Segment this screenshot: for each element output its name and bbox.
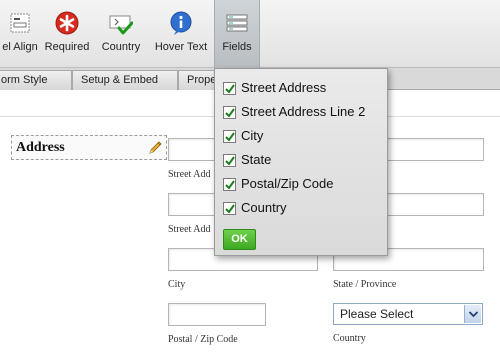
tab-setup-embed[interactable]: Setup & Embed xyxy=(72,70,178,90)
postal-code-input[interactable] xyxy=(168,303,266,326)
option-label: City xyxy=(241,128,264,143)
state-checkbox[interactable] xyxy=(223,154,236,167)
info-icon xyxy=(169,11,193,35)
fields-button[interactable]: Fields xyxy=(214,0,260,68)
option-label: Street Address Line 2 xyxy=(241,104,366,119)
pencil-edit-icon[interactable] xyxy=(147,140,163,156)
toolbar: el Align Required Country Hover Text Fie… xyxy=(0,0,500,68)
city-checkbox[interactable] xyxy=(223,130,236,143)
state-sublabel: State / Province xyxy=(333,279,397,290)
required-asterisk-icon xyxy=(55,11,79,35)
address-field-label[interactable]: Address xyxy=(11,135,167,160)
address-label-text: Address xyxy=(16,140,65,155)
country-button[interactable]: Country xyxy=(97,0,145,68)
street-address-line2-sublabel: Street Add xyxy=(168,224,211,235)
option-label: Country xyxy=(241,200,287,215)
tab-form-style[interactable]: orm Style xyxy=(0,70,72,90)
option-label: State xyxy=(241,152,272,167)
required-label: Required xyxy=(44,41,90,53)
street-address-sublabel: Street Add xyxy=(168,169,211,180)
fields-list-icon xyxy=(225,11,249,35)
hover-text-button[interactable]: Hover Text xyxy=(151,0,211,68)
label-align-label: el Align xyxy=(2,41,38,53)
country-sublabel: Country xyxy=(333,333,366,344)
label-align-icon xyxy=(8,11,32,35)
hover-text-label: Hover Text xyxy=(154,41,208,53)
ok-button[interactable]: OK xyxy=(223,229,256,250)
country-select-value: Please Select xyxy=(340,307,414,321)
required-button[interactable]: Required xyxy=(42,0,92,68)
fields-dropdown: Street Address Street Address Line 2 Cit… xyxy=(214,68,388,256)
fields-label: Fields xyxy=(222,41,252,53)
postal-code-checkbox[interactable] xyxy=(223,178,236,191)
label-align-button[interactable]: el Align xyxy=(0,0,46,68)
option-label: Street Address xyxy=(241,80,327,95)
country-label: Country xyxy=(101,41,141,53)
street-address-checkbox[interactable] xyxy=(223,82,236,95)
city-sublabel: City xyxy=(168,279,186,290)
country-check-icon xyxy=(109,11,134,35)
country-checkbox[interactable] xyxy=(223,202,236,215)
street-address-line2-checkbox[interactable] xyxy=(223,106,236,119)
option-label: Postal/Zip Code xyxy=(241,176,334,191)
country-select[interactable]: Please Select xyxy=(333,303,483,325)
chevron-down-icon[interactable] xyxy=(464,305,481,323)
postal-code-sublabel: Postal / Zip Code xyxy=(168,334,238,345)
